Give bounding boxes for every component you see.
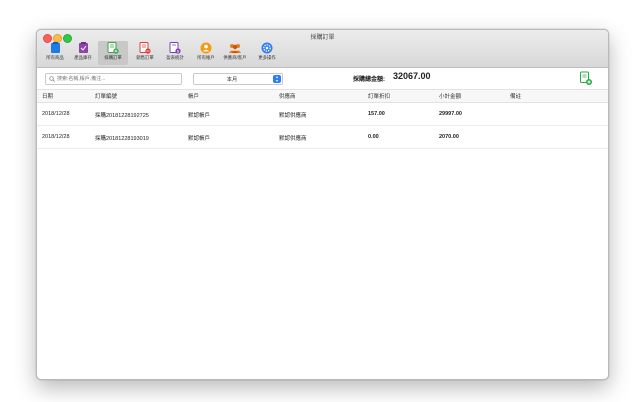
- column-header-subtotal[interactable]: 小計金額: [439, 92, 461, 100]
- toolbar-statistics-button[interactable]: $ 盈表統計: [160, 41, 190, 65]
- total-amount-value: 32067.00: [393, 71, 431, 81]
- toolbar-purchase-orders-button[interactable]: 採購訂單: [98, 41, 128, 65]
- column-header-date[interactable]: 日期: [42, 92, 53, 100]
- toolbar-label: 更多操作: [258, 55, 276, 60]
- toolbar-label: 供應商/客戶: [223, 55, 247, 60]
- cell-order-number: 採購20181228192725: [95, 113, 149, 119]
- sales-order-icon: [139, 42, 151, 54]
- account-icon: [200, 42, 212, 54]
- column-header-account[interactable]: 帳戶: [188, 92, 199, 100]
- toolbar-sales-orders-button[interactable]: 銷售訂單: [130, 41, 160, 65]
- column-header-remarks[interactable]: 備註: [510, 92, 521, 100]
- window-title: 採購訂單: [310, 35, 335, 41]
- total-amount-label: 採購總金額:: [353, 77, 385, 83]
- products-icon: [50, 42, 60, 53]
- cell-account: 默認帳戶: [188, 136, 211, 142]
- toolbar-more-actions-button[interactable]: 更多操作: [252, 41, 282, 65]
- column-header-supplier[interactable]: 供應商: [279, 92, 296, 100]
- title-bar: 採購訂單 所有商品 產品庫存 採購訂單 銷售訂單 $ 盈表統計 所有帳戶 供應商…: [37, 30, 608, 68]
- cell-subtotal: 29997.00: [439, 111, 462, 117]
- toolbar-label: 採購訂單: [104, 55, 122, 60]
- cell-supplier: 默認供應商: [279, 113, 307, 119]
- cell-supplier: 默認供應商: [279, 136, 307, 142]
- toolbar-label: 產品庫存: [74, 55, 92, 60]
- cell-account: 默認帳戶: [188, 113, 211, 119]
- cell-date: 2018/12/28: [42, 134, 70, 140]
- toolbar-inventory-button[interactable]: 產品庫存: [68, 41, 98, 65]
- gear-icon: [261, 42, 273, 54]
- purchase-orders-table: 日期 訂單編號 帳戶 供應商 訂單折扣 小計金額 備註 2018/12/28 採…: [37, 89, 608, 149]
- suppliers-icon: [229, 44, 241, 53]
- purchase-order-icon: [107, 42, 119, 54]
- cell-subtotal: 2070.00: [439, 134, 459, 140]
- filter-bar: 本月 ▴▾ 採購總金額: 32067.00: [37, 68, 608, 89]
- period-select[interactable]: 本月 ▴ ▾: [193, 73, 283, 85]
- toolbar-label: 盈表統計: [166, 55, 184, 60]
- toolbar-all-products-button[interactable]: 所有商品: [40, 41, 70, 65]
- table-row[interactable]: 2018/12/28 採購20181228192725 默認帳戶 默認供應商 1…: [37, 103, 608, 126]
- cell-discount: 157.00: [368, 111, 385, 117]
- cell-order-number: 採購20181228193019: [95, 136, 149, 142]
- app-window: 採購訂單 所有商品 產品庫存 採購訂單 銷售訂單 $ 盈表統計 所有帳戶 供應商…: [36, 29, 609, 380]
- toolbar-label: 所有商品: [46, 55, 64, 60]
- cell-discount: 0.00: [368, 134, 379, 140]
- search-input[interactable]: [57, 74, 177, 84]
- export-button[interactable]: [579, 71, 593, 86]
- statistics-icon: $: [169, 42, 181, 54]
- table-row[interactable]: 2018/12/28 採購20181228193019 默認帳戶 默認供應商 0…: [37, 126, 608, 149]
- export-document-icon: [580, 71, 592, 85]
- column-header-order-number[interactable]: 訂單編號: [95, 92, 117, 100]
- cell-date: 2018/12/28: [42, 111, 70, 117]
- inventory-icon: [78, 42, 88, 53]
- toolbar-accounts-button[interactable]: 所有帳戶: [191, 41, 221, 65]
- table-header: 日期 訂單編號 帳戶 供應商 訂單折扣 小計金額 備註: [37, 89, 608, 103]
- column-header-discount[interactable]: 訂單折扣: [368, 92, 390, 100]
- toolbar-label: 所有帳戶: [197, 55, 215, 60]
- chevron-updown-icon: ▴ ▾: [273, 75, 281, 83]
- toolbar-suppliers-customers-button[interactable]: 供應商/客戶: [220, 41, 250, 65]
- search-icon: [49, 76, 55, 82]
- search-field[interactable]: [45, 73, 182, 85]
- toolbar-label: 銷售訂單: [136, 55, 154, 60]
- period-value: 本月: [226, 77, 238, 83]
